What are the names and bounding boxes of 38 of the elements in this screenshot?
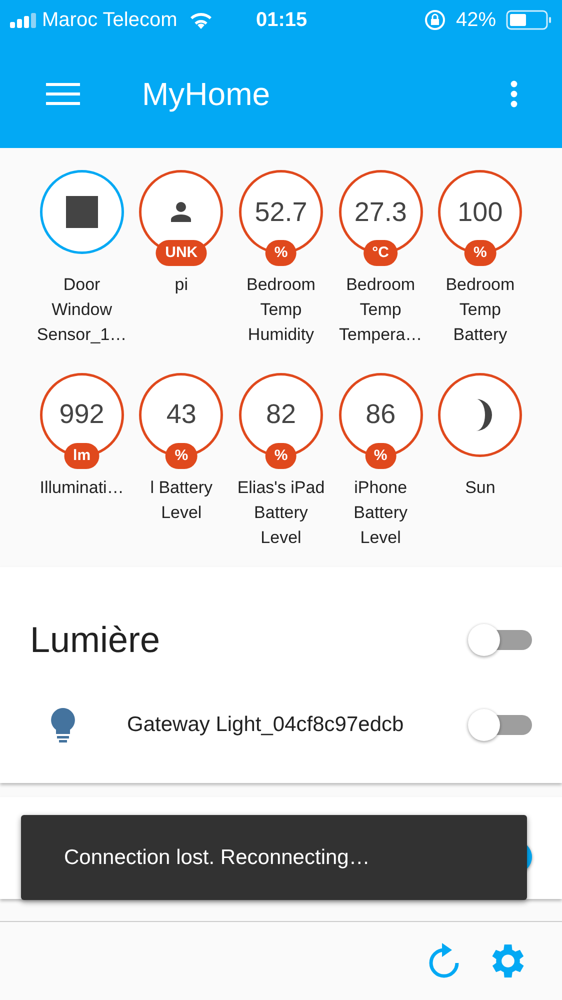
more-options-icon[interactable] [510, 80, 518, 108]
badge-value: 52.7 [254, 196, 308, 229]
badge-label: Sun [464, 476, 496, 498]
badge-label: pi [174, 274, 189, 296]
badge-label: Elias's iPad Battery Level [236, 476, 326, 548]
badge-label: Bedroom Temp Battery [444, 274, 516, 346]
unit-label: % [265, 240, 297, 266]
badge-label: Illuminati… [38, 476, 125, 498]
wifi-icon [189, 11, 214, 29]
toggle-switch[interactable] [468, 624, 532, 656]
badge-value: 43 [166, 398, 196, 432]
badge-value: 992 [59, 398, 104, 432]
lightbulb-icon [50, 707, 76, 743]
carrier-name: Maroc Telecom [42, 8, 178, 33]
signal-icon [10, 12, 38, 28]
badge-value: 86 [366, 398, 396, 432]
badge-value: 27.3 [354, 196, 407, 229]
badge-label: Bedroom Temp Tempera… [338, 274, 424, 346]
clock-time: 01:15 [256, 8, 308, 33]
card-title: Lumière [30, 618, 160, 662]
badge-label: l Battery Level [149, 476, 214, 524]
menu-icon[interactable] [46, 82, 80, 106]
toggle-switch[interactable] [468, 709, 532, 741]
badge-label: Bedroom Temp Humidity [245, 274, 316, 346]
unit-label: % [464, 240, 496, 266]
rotation-lock-icon [424, 9, 446, 31]
snackbar-message: Connection lost. Reconnecting… [64, 844, 370, 871]
battery-icon [506, 10, 552, 30]
badge-value: 100 [458, 196, 503, 229]
square-icon [66, 196, 98, 228]
unit-label: °C [363, 240, 398, 266]
badge-label: Door Window Sensor_1… [36, 274, 128, 346]
badge-value: 82 [266, 398, 296, 432]
badge-label: iPhone Battery Level [352, 476, 409, 548]
battery-percent: 42% [456, 8, 496, 33]
entity-name: Gateway Light_04cf8c97edcb [127, 712, 404, 738]
app-title: MyHome [142, 75, 270, 114]
unit-label: UNK [156, 240, 207, 266]
